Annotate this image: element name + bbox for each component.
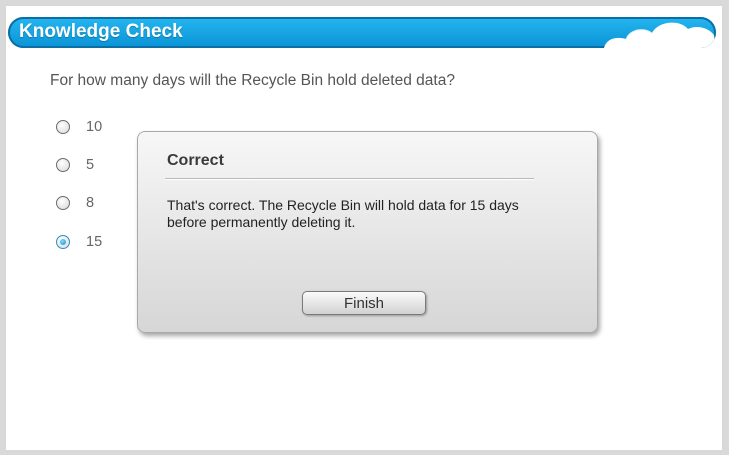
option-label: 15 [86, 234, 103, 250]
dialog-title: Correct [167, 152, 224, 169]
page-title: Knowledge Check [19, 21, 183, 42]
option-label: 10 [86, 119, 103, 135]
option-label: 8 [86, 195, 95, 211]
option-15[interactable]: 15 [56, 232, 102, 252]
question-text: For how many days will the Recycle Bin h… [50, 72, 455, 89]
finish-button[interactable]: Finish [302, 291, 426, 315]
radio-button[interactable] [56, 120, 70, 134]
feedback-dialog: Correct That's correct. The Recycle Bin … [137, 131, 598, 333]
cloud-icon [604, 22, 716, 48]
option-5[interactable]: 5 [56, 155, 94, 175]
radio-button[interactable] [56, 158, 70, 172]
radio-button-selected[interactable] [56, 235, 70, 249]
option-label: 5 [86, 157, 95, 173]
option-10[interactable]: 10 [56, 117, 102, 137]
divider [165, 178, 534, 179]
radio-button[interactable] [56, 196, 70, 210]
option-8[interactable]: 8 [56, 193, 94, 213]
header-bar: Knowledge Check [8, 17, 716, 48]
dialog-message: That's correct. The Recycle Bin will hol… [167, 197, 519, 230]
